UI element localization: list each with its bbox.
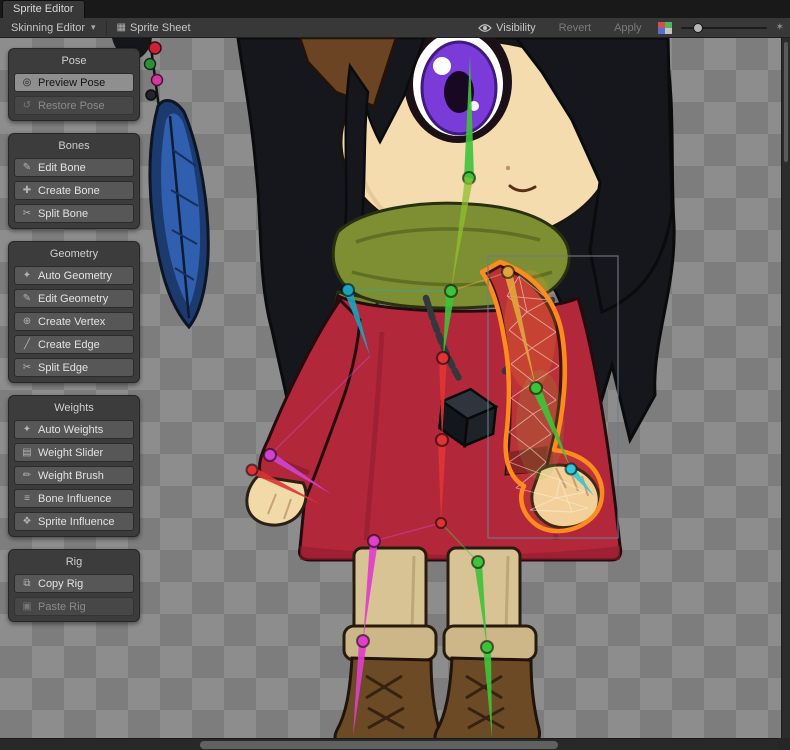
group-title: Pose (14, 55, 134, 67)
vertical-scrollbar-thumb[interactable] (784, 42, 788, 162)
sprite-sheet-label: Sprite Sheet (130, 22, 191, 34)
weight-slider-button[interactable]: ▤ Weight Slider (14, 443, 134, 462)
edit-bone-button[interactable]: ✎ Edit Bone (14, 158, 134, 177)
auto-geometry-button[interactable]: ✦ Auto Geometry (14, 266, 134, 285)
canvas[interactable]: Pose ◎ Preview Pose ↺ Restore Pose Bones… (0, 38, 790, 738)
revert-button[interactable]: Revert (552, 18, 598, 37)
tab-title: Sprite Editor (13, 3, 74, 15)
bead-green (145, 59, 156, 70)
skinning-editor-label: Skinning Editor (11, 22, 85, 34)
create-edge-button[interactable]: ╱ Create Edge (14, 335, 134, 354)
bone-influence-button[interactable]: ≡ Bone Influence (14, 489, 134, 508)
toolbar: Skinning Editor ▾ ▦ Sprite Sheet Visibil… (0, 18, 790, 38)
chevron-down-icon: ▾ (91, 22, 96, 33)
eye-icon (478, 23, 492, 33)
auto-weights-icon: ✦ (21, 424, 33, 435)
gizmo-icon[interactable]: ✶ (776, 22, 784, 33)
bead-red (149, 42, 161, 54)
split-bone-button[interactable]: ✂ Split Bone (14, 204, 134, 223)
edit-geometry-icon: ✎ (21, 293, 33, 304)
split-edge-button[interactable]: ✂ Split Edge (14, 358, 134, 377)
toolbar-separator (106, 21, 107, 35)
group-geometry: Geometry ✦ Auto Geometry ✎ Edit Geometry… (8, 241, 140, 383)
window-tab-bar: Sprite Editor (0, 0, 790, 18)
sprite-editor-window: Sprite Editor Skinning Editor ▾ ▦ Sprite… (0, 0, 790, 750)
weight-brush-icon: ✏ (21, 470, 33, 481)
horizontal-scrollbar[interactable] (0, 738, 778, 750)
group-bones: Bones ✎ Edit Bone ✚ Create Bone ✂ Split … (8, 133, 140, 229)
create-edge-icon: ╱ (21, 339, 33, 350)
create-bone-button[interactable]: ✚ Create Bone (14, 181, 134, 200)
group-rig: Rig ⧉ Copy Rig ▣ Paste Rig (8, 549, 140, 622)
group-title: Geometry (14, 248, 134, 260)
copy-rig-button[interactable]: ⧉ Copy Rig (14, 574, 134, 593)
group-weights: Weights ✦ Auto Weights ▤ Weight Slider ✏… (8, 395, 140, 537)
split-edge-icon: ✂ (21, 362, 33, 373)
group-title: Bones (14, 140, 134, 152)
visibility-toggle[interactable]: Visibility (471, 18, 543, 37)
scrollbar-corner (778, 738, 790, 750)
weight-slider-icon: ▤ (21, 447, 33, 458)
visibility-label: Visibility (496, 22, 536, 34)
zoom-slider[interactable] (681, 20, 767, 36)
toolbar-right: Visibility Revert Apply ✶ (471, 18, 786, 37)
sprite-sheet-icon: ▦ (117, 22, 126, 33)
create-bone-icon: ✚ (21, 185, 33, 196)
restore-pose-button[interactable]: ↺ Restore Pose (14, 96, 134, 115)
toolbar-left: Skinning Editor ▾ ▦ Sprite Sheet (4, 18, 198, 37)
edit-geometry-button[interactable]: ✎ Edit Geometry (14, 289, 134, 308)
left-boot (335, 658, 439, 738)
vertical-scrollbar[interactable] (781, 38, 790, 738)
sprite-sheet-button[interactable]: ▦ Sprite Sheet (110, 18, 198, 37)
sprite-influence-button[interactable]: ❖ Sprite Influence (14, 512, 134, 531)
bone-influence-icon: ≡ (21, 493, 33, 504)
restore-pose-icon: ↺ (21, 100, 33, 111)
paste-rig-icon: ▣ (21, 601, 33, 612)
weight-brush-button[interactable]: ✏ Weight Brush (14, 466, 134, 485)
paste-rig-button[interactable]: ▣ Paste Rig (14, 597, 134, 616)
skinning-tool-panel: Pose ◎ Preview Pose ↺ Restore Pose Bones… (8, 48, 140, 634)
sprite-influence-icon: ❖ (21, 516, 33, 527)
horizontal-scrollbar-thumb[interactable] (200, 741, 558, 749)
rgb-alpha-icon[interactable] (658, 22, 672, 34)
split-bone-icon: ✂ (21, 208, 33, 219)
group-title: Weights (14, 402, 134, 414)
bead-pink (152, 75, 163, 86)
auto-weights-button[interactable]: ✦ Auto Weights (14, 420, 134, 439)
apply-button[interactable]: Apply (607, 18, 649, 37)
zoom-slider-knob[interactable] (693, 23, 703, 33)
group-title: Rig (14, 556, 134, 568)
group-pose: Pose ◎ Preview Pose ↺ Restore Pose (8, 48, 140, 121)
auto-geometry-icon: ✦ (21, 270, 33, 281)
bead-dark (146, 90, 156, 100)
preview-pose-button[interactable]: ◎ Preview Pose (14, 73, 134, 92)
character-sprite (238, 38, 674, 738)
skinning-editor-dropdown[interactable]: Skinning Editor ▾ (4, 18, 103, 37)
copy-rig-icon: ⧉ (21, 578, 33, 589)
edit-bone-icon: ✎ (21, 162, 33, 173)
preview-pose-icon: ◎ (21, 77, 33, 88)
create-vertex-button[interactable]: ⊕ Create Vertex (14, 312, 134, 331)
tab-sprite-editor[interactable]: Sprite Editor (2, 0, 85, 18)
create-vertex-icon: ⊕ (21, 316, 33, 327)
